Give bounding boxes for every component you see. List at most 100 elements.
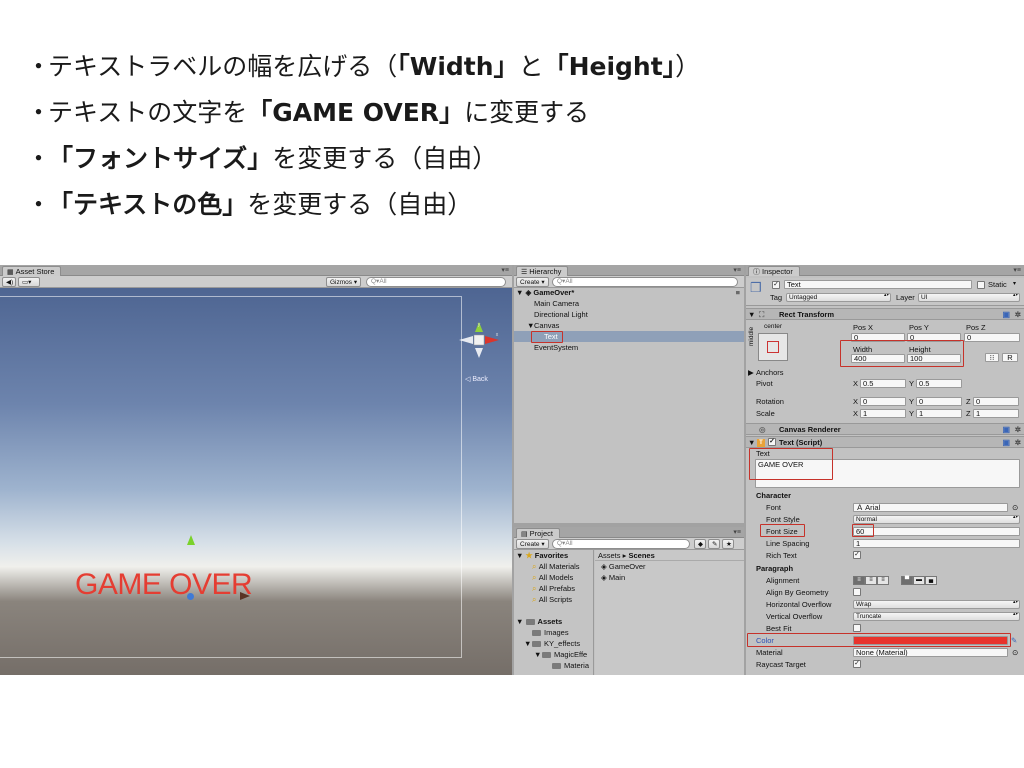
scale-y-field[interactable]: 1	[916, 409, 962, 418]
help-icon[interactable]: ▣	[1002, 424, 1010, 436]
favorite-item[interactable]: ⌕ All Prefabs	[514, 583, 593, 594]
pivot-handle[interactable]	[187, 593, 194, 600]
favorites-header[interactable]: ▼ ★ Favorites	[514, 550, 593, 561]
expand-icon[interactable]: ▼	[748, 309, 755, 321]
pivot-y-field[interactable]: 0.5	[916, 379, 962, 388]
expand-icon[interactable]: ▼	[527, 320, 534, 331]
rect-transform-header[interactable]: ▼ ⛶ Rect Transform ▣ ✲	[746, 308, 1024, 320]
static-dropdown-icon[interactable]: ▾	[1013, 280, 1016, 287]
tab-asset-store[interactable]: ▦ Asset Store	[2, 266, 62, 276]
expand-icon[interactable]: ▼	[516, 551, 523, 560]
text-enabled-checkbox[interactable]: ✓	[768, 438, 776, 446]
help-icon[interactable]: ▣	[1002, 437, 1010, 449]
project-create-button[interactable]: Create ▾	[516, 539, 549, 549]
scene-viewport[interactable]: GAME OVER y x ◁ Back	[0, 288, 512, 675]
font-field[interactable]: Ａ Arial	[853, 503, 1008, 512]
rot-x-field[interactable]: 0	[860, 397, 906, 406]
raw-edit-button[interactable]: R	[1002, 353, 1018, 362]
line-spacing-field[interactable]: 1	[853, 539, 1020, 548]
object-picker-icon[interactable]: ⊙	[1012, 503, 1018, 512]
audio-toggle-icon[interactable]: ◀)	[2, 277, 16, 287]
expand-icon[interactable]: ▼	[516, 617, 523, 626]
rot-z-field[interactable]: 0	[973, 397, 1019, 406]
text-script-header[interactable]: ▼ T ✓ Text (Script) ▣ ✲	[746, 436, 1024, 448]
font-style-dropdown[interactable]: Normal	[853, 515, 1020, 524]
asset-folder[interactable]: Materia	[514, 660, 593, 671]
asset-folder[interactable]: ▼ MagicEffe	[514, 649, 593, 660]
expand-icon[interactable]: ▼	[524, 638, 531, 649]
align-middle-icon[interactable]: ▬	[913, 576, 925, 585]
back-view-label[interactable]: ◁ Back	[465, 375, 488, 383]
hierarchy-item[interactable]: Main Camera	[514, 298, 744, 309]
align-bottom-icon[interactable]: ▄	[925, 576, 937, 585]
move-handle-x[interactable]	[240, 592, 250, 600]
collapse-icon[interactable]: ▶	[748, 368, 754, 377]
tab-inspector[interactable]: ⓘ Inspector	[748, 266, 800, 276]
align-right-icon[interactable]: ≡	[877, 576, 889, 585]
effects-dropdown[interactable]: ▭▾	[18, 277, 40, 287]
best-fit-checkbox[interactable]	[853, 624, 861, 632]
filter-label-icon[interactable]: ✎	[708, 539, 720, 549]
favorite-item[interactable]: ⌕ All Scripts	[514, 594, 593, 605]
tab-project[interactable]: ▤ Project	[516, 528, 560, 538]
h-overflow-dropdown[interactable]: Wrap	[853, 600, 1020, 609]
scale-z-field[interactable]: 1	[973, 409, 1019, 418]
assets-header[interactable]: ▼ Assets	[514, 616, 593, 627]
raycast-target-checkbox[interactable]: ✓	[853, 660, 861, 668]
scene-menu-icon[interactable]: ≡	[736, 287, 740, 298]
rot-y-field[interactable]: 0	[916, 397, 962, 406]
gear-icon[interactable]: ✲	[1015, 309, 1021, 321]
gear-icon[interactable]: ✲	[1015, 424, 1021, 436]
favorite-item[interactable]: ⌕ All Models	[514, 572, 593, 583]
static-checkbox[interactable]	[977, 281, 985, 289]
hierarchy-menu-icon[interactable]: ▾≡	[733, 266, 741, 274]
tag-dropdown[interactable]: Untagged	[786, 293, 891, 302]
expand-icon[interactable]: ▼	[534, 649, 541, 660]
rich-text-checkbox[interactable]: ✓	[853, 551, 861, 559]
asset-folder[interactable]: Images	[514, 627, 593, 638]
inspector-menu-icon[interactable]: ▾≡	[1013, 266, 1021, 274]
breadcrumb-scenes[interactable]: Scenes	[628, 551, 654, 560]
scale-x-field[interactable]: 1	[860, 409, 906, 418]
active-checkbox[interactable]: ✓	[772, 281, 780, 289]
anchor-preset-button[interactable]	[758, 333, 788, 361]
blueprint-mode-icon[interactable]: ⁝⁝	[985, 353, 999, 362]
hierarchy-scene-row[interactable]: ▼ ◈ GameOver* ≡	[514, 287, 744, 298]
hierarchy-item[interactable]: ▼ Canvas	[514, 320, 744, 331]
object-picker-icon[interactable]: ⊙	[1012, 648, 1018, 657]
canvas-renderer-header[interactable]: ◎ Canvas Renderer ▣ ✲	[746, 423, 1024, 435]
pos-z-field[interactable]: 0	[964, 333, 1020, 342]
asset-folder[interactable]: ▼ KY_effects	[514, 638, 593, 649]
pivot-x-field[interactable]: 0.5	[860, 379, 906, 388]
font-size-field[interactable]: 60	[853, 527, 1020, 536]
align-top-icon[interactable]: ▀	[901, 576, 913, 585]
scene-orientation-gizmo[interactable]: y x	[455, 318, 503, 370]
game-over-text[interactable]: GAME OVER	[75, 568, 253, 602]
scene-file[interactable]: ◈ GameOver	[595, 561, 744, 572]
hierarchy-create-button[interactable]: Create ▾	[516, 277, 549, 287]
scene-search-input[interactable]: Q▾All	[366, 277, 506, 287]
align-by-geometry-checkbox[interactable]	[853, 588, 861, 596]
gizmos-dropdown[interactable]: Gizmos ▾	[326, 277, 362, 287]
breadcrumb-assets[interactable]: Assets	[598, 551, 621, 560]
hierarchy-search-input[interactable]: Q▾All	[552, 277, 738, 287]
scene-file[interactable]: ◈ Main	[595, 572, 744, 583]
layer-dropdown[interactable]: UI	[918, 293, 1020, 302]
object-name-field[interactable]: Text	[784, 280, 972, 289]
eyedropper-icon[interactable]: ✎	[1011, 636, 1017, 645]
align-center-icon[interactable]: ≡	[865, 576, 877, 585]
panel-menu-icon[interactable]: ▾≡	[501, 266, 509, 274]
align-left-icon[interactable]: ≡	[853, 576, 865, 585]
hierarchy-item[interactable]: EventSystem	[514, 342, 744, 353]
tab-hierarchy[interactable]: ☰ Hierarchy	[516, 266, 569, 276]
help-icon[interactable]: ▣	[1002, 309, 1010, 321]
material-field[interactable]: None (Material)	[853, 648, 1008, 657]
expand-icon[interactable]: ▼	[516, 288, 523, 297]
v-overflow-dropdown[interactable]: Truncate	[853, 612, 1020, 621]
move-handle-y[interactable]	[187, 535, 195, 545]
favorite-item[interactable]: ⌕ All Materials	[514, 561, 593, 572]
filter-type-icon[interactable]: ◆	[694, 539, 706, 549]
project-menu-icon[interactable]: ▾≡	[733, 528, 741, 536]
favorite-star-icon[interactable]: ★	[722, 539, 734, 549]
hierarchy-item[interactable]: Directional Light	[514, 309, 744, 320]
